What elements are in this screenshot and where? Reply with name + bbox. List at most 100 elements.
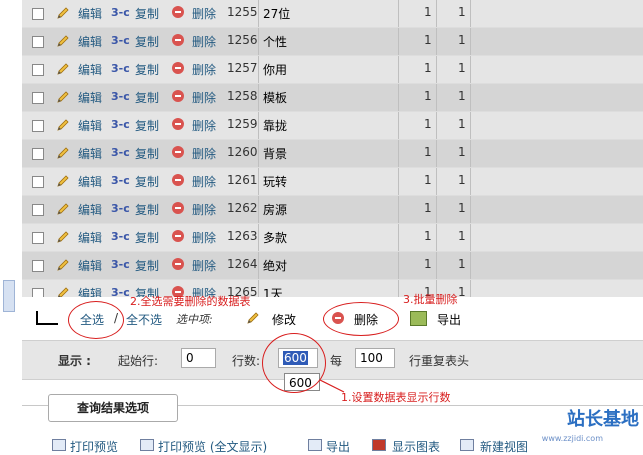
copy-link[interactable]: 复制 <box>135 89 159 106</box>
delete-icon[interactable] <box>172 230 184 242</box>
scrollbar-thumb[interactable] <box>3 280 15 312</box>
modify-button[interactable]: 修改 <box>272 311 296 328</box>
pencil-icon[interactable] <box>56 6 70 20</box>
table-row[interactable]: 编辑 3-c 复制 删除 1261 玩转 1 1 <box>22 168 643 196</box>
delete-icon[interactable] <box>172 6 184 18</box>
delete-link[interactable]: 删除 <box>192 173 216 190</box>
table-row[interactable]: 编辑 3-c 复制 删除 1259 靠拢 1 1 <box>22 112 643 140</box>
table-row[interactable]: 编辑 3-c 复制 删除 1257 你用 1 1 <box>22 56 643 84</box>
table-row[interactable]: 编辑 3-c 复制 删除 1256 个性 1 1 <box>22 28 643 56</box>
export-button[interactable]: 导出 <box>437 311 461 328</box>
pencil-icon[interactable] <box>56 146 70 160</box>
print-full-icon[interactable] <box>140 439 154 451</box>
print-preview-icon[interactable] <box>52 439 66 451</box>
show-chart-link[interactable]: 显示图表 <box>392 438 440 455</box>
copy-icon[interactable]: 3-c <box>111 258 130 271</box>
delete-icon[interactable] <box>172 34 184 46</box>
table-row[interactable]: 编辑 3-c 复制 删除 1258 模板 1 1 <box>22 84 643 112</box>
copy-link[interactable]: 复制 <box>135 5 159 22</box>
copy-link[interactable]: 复制 <box>135 61 159 78</box>
edit-link[interactable]: 编辑 <box>78 145 102 162</box>
pencil-icon[interactable] <box>56 90 70 104</box>
pencil-icon[interactable] <box>246 311 260 325</box>
copy-link[interactable]: 复制 <box>135 33 159 50</box>
new-view-link[interactable]: 新建视图 <box>480 438 528 455</box>
table-row[interactable]: 编辑 3-c 复制 删除 1262 房源 1 1 <box>22 196 643 224</box>
delete-link[interactable]: 删除 <box>192 89 216 106</box>
edit-link[interactable]: 编辑 <box>78 33 102 50</box>
edit-link[interactable]: 编辑 <box>78 257 102 274</box>
new-view-icon[interactable] <box>460 439 474 451</box>
pencil-icon[interactable] <box>56 202 70 216</box>
row-checkbox[interactable] <box>32 148 44 160</box>
edit-link[interactable]: 编辑 <box>78 117 102 134</box>
unselect-all-link[interactable]: 全不选 <box>126 311 162 328</box>
edit-link[interactable]: 编辑 <box>78 5 102 22</box>
start-row-input[interactable]: 0 <box>181 348 216 368</box>
copy-icon[interactable]: 3-c <box>111 90 130 103</box>
delete-icon[interactable] <box>172 202 184 214</box>
pencil-icon[interactable] <box>56 118 70 132</box>
row-checkbox[interactable] <box>32 92 44 104</box>
chart-icon[interactable] <box>372 439 386 451</box>
edit-link[interactable]: 编辑 <box>78 61 102 78</box>
copy-link[interactable]: 复制 <box>135 257 159 274</box>
delete-link[interactable]: 删除 <box>192 5 216 22</box>
print-preview-full-link[interactable]: 打印预览 (全文显示) <box>158 438 267 455</box>
table-row[interactable]: 编辑 3-c 复制 删除 1255 27位 1 1 <box>22 0 643 28</box>
export-link[interactable]: 导出 <box>326 438 350 455</box>
copy-icon[interactable]: 3-c <box>111 34 130 47</box>
delete-icon[interactable] <box>172 62 184 74</box>
copy-icon[interactable]: 3-c <box>111 118 130 131</box>
delete-link[interactable]: 删除 <box>192 61 216 78</box>
delete-icon[interactable] <box>172 90 184 102</box>
table-row[interactable]: 编辑 3-c 复制 删除 1260 背景 1 1 <box>22 140 643 168</box>
delete-icon[interactable] <box>172 118 184 130</box>
copy-icon[interactable]: 3-c <box>111 202 130 215</box>
pencil-icon[interactable] <box>56 34 70 48</box>
repeat-header-input[interactable]: 100 <box>355 348 395 368</box>
delete-link[interactable]: 删除 <box>192 117 216 134</box>
row-checkbox[interactable] <box>32 260 44 272</box>
pencil-icon[interactable] <box>56 230 70 244</box>
copy-icon[interactable]: 3-c <box>111 230 130 243</box>
delete-icon[interactable] <box>172 174 184 186</box>
edit-link[interactable]: 编辑 <box>78 201 102 218</box>
delete-link[interactable]: 删除 <box>192 145 216 162</box>
copy-link[interactable]: 复制 <box>135 173 159 190</box>
row-checkbox[interactable] <box>32 120 44 132</box>
table-row[interactable]: 编辑 3-c 复制 删除 1264 绝对 1 1 <box>22 252 643 280</box>
copy-icon[interactable]: 3-c <box>111 62 130 75</box>
pencil-icon[interactable] <box>56 62 70 76</box>
copy-link[interactable]: 复制 <box>135 229 159 246</box>
delete-link[interactable]: 删除 <box>192 257 216 274</box>
table-row[interactable]: 编辑 3-c 复制 删除 1263 多款 1 1 <box>22 224 643 252</box>
edit-link[interactable]: 编辑 <box>78 173 102 190</box>
delete-link[interactable]: 删除 <box>192 33 216 50</box>
row-checkbox[interactable] <box>32 204 44 216</box>
edit-link[interactable]: 编辑 <box>78 89 102 106</box>
export-icon-bottom[interactable] <box>308 439 322 451</box>
copy-icon[interactable]: 3-c <box>111 174 130 187</box>
copy-link[interactable]: 复制 <box>135 145 159 162</box>
row-checkbox[interactable] <box>32 176 44 188</box>
copy-icon[interactable]: 3-c <box>111 146 130 159</box>
print-preview-link[interactable]: 打印预览 <box>70 438 118 455</box>
row-checkbox[interactable] <box>32 232 44 244</box>
edit-link[interactable]: 编辑 <box>78 229 102 246</box>
left-scrollbar[interactable] <box>0 0 22 448</box>
delete-icon[interactable] <box>172 146 184 158</box>
row-checkbox[interactable] <box>32 64 44 76</box>
pencil-icon[interactable] <box>56 258 70 272</box>
delete-link[interactable]: 删除 <box>192 229 216 246</box>
row-checkbox[interactable] <box>32 8 44 20</box>
copy-link[interactable]: 复制 <box>135 117 159 134</box>
delete-icon[interactable] <box>172 258 184 270</box>
pencil-icon[interactable] <box>56 174 70 188</box>
export-icon[interactable] <box>410 311 427 326</box>
row-checkbox[interactable] <box>32 36 44 48</box>
copy-link[interactable]: 复制 <box>135 201 159 218</box>
query-result-options-tab[interactable]: 查询结果选项 <box>48 394 178 422</box>
copy-icon[interactable]: 3-c <box>111 6 130 19</box>
delete-link[interactable]: 删除 <box>192 201 216 218</box>
